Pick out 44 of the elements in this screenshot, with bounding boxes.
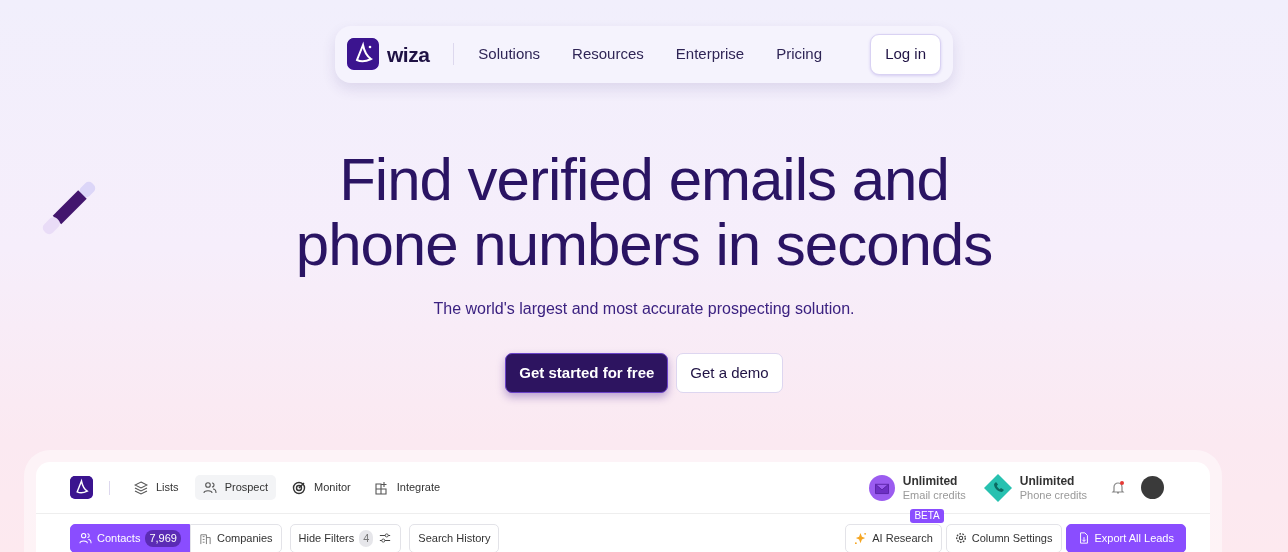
nav-link[interactable]: Pricing [776,43,822,66]
file-download-icon [1077,532,1090,545]
settings-icon [954,532,967,545]
ai-research-button[interactable]: AI Research [845,524,942,552]
nav-link[interactable]: Enterprise [675,43,745,66]
phone-icon [983,473,1012,502]
user-avatar[interactable] [1141,476,1164,499]
nav-tab[interactable]: Prospect [194,475,277,500]
demo-button[interactable]: Get a demo [676,352,783,393]
credit-value: Unlimited [902,473,959,488]
sliders-icon [378,532,393,545]
hero-heading: Find verified emails and phone numbers in seconds [294,146,994,277]
hide-filters-button[interactable]: Hide Filters 4 [289,524,402,552]
nav-tab[interactable]: Lists [126,475,187,500]
logo-icon[interactable] [347,38,379,71]
brand-name[interactable]: wiza [387,38,430,70]
column-settings-button[interactable]: Column Settings [945,524,1062,552]
export-leads-button[interactable]: Export All Leads [1065,524,1186,552]
grid-plus-icon [374,480,389,495]
nav-link[interactable]: Solutions [478,43,541,66]
notification-bell-icon[interactable] [1111,479,1125,496]
get-started-button[interactable]: Get started for free [505,352,669,393]
filter-tab[interactable]: Contacts 7,969 [70,524,190,552]
credit-value: Unlimited [1019,473,1076,488]
hero-subtitle: The world's largest and most accurate prospecting solution. [432,298,856,319]
nav-tab[interactable]: Monitor [284,475,359,500]
nav-link[interactable]: Resources [572,43,644,66]
filter-tab[interactable]: Companies [189,524,282,552]
envelope-icon [868,474,895,501]
nav-tab[interactable]: Integrate [366,475,449,500]
count-badge: 4 [359,530,374,547]
layers-icon [134,480,148,495]
count-badge: 7,969 [145,530,181,547]
sparkles-icon [854,531,868,545]
credit-label: Phone credits [1019,487,1087,502]
login-button[interactable]: Log in [870,34,941,75]
target-icon [292,480,307,495]
search-history-button[interactable]: Search History [409,524,500,552]
credit-label: Email credits [902,487,966,502]
people-icon [79,531,92,545]
logo-icon[interactable] [70,476,93,499]
beta-badge: BETA [910,509,944,523]
people-icon [202,480,217,495]
building-icon [198,531,212,545]
